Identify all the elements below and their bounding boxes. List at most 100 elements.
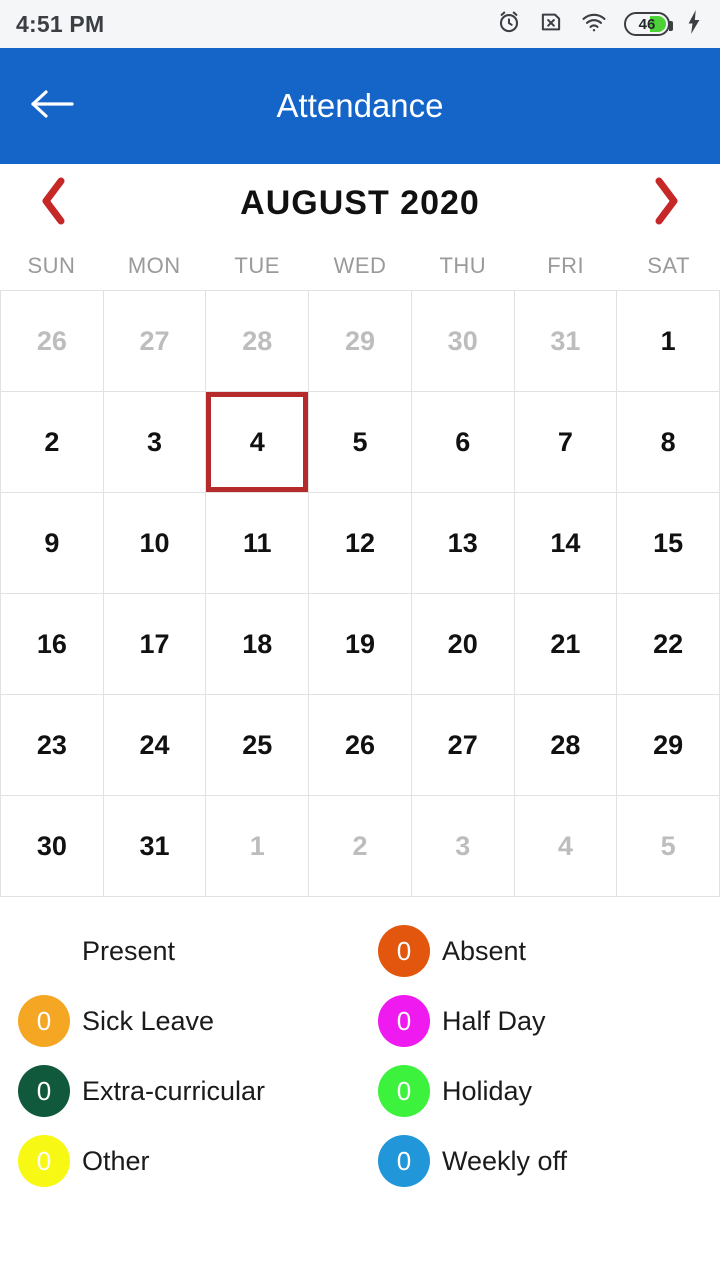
calendar-day-cell[interactable]: 2 [309,796,412,897]
calendar-day-cell[interactable]: 18 [206,594,310,695]
weekday-header-row: SUN MON TUE WED THU FRI SAT [0,242,720,290]
calendar-day-cell[interactable]: 22 [617,594,720,695]
calendar-day-cell[interactable]: 13 [411,493,515,594]
calendar-day-cell[interactable]: 30 [1,796,104,897]
legend-count-badge: 0 [18,995,70,1047]
calendar-day-number: 8 [660,426,676,457]
calendar-day-cell[interactable]: 5 [309,392,412,493]
calendar-day-cell[interactable]: 27 [411,695,515,796]
calendar-day-cell[interactable]: 25 [206,695,310,796]
calendar-day-cell[interactable]: 1 [206,796,310,897]
legend-item-half-day[interactable]: 0 Half Day [360,991,720,1051]
calendar-day-number: 21 [550,628,581,659]
calendar-day-number: 30 [36,830,67,861]
calendar-day-cell[interactable]: 9 [1,493,104,594]
legend-label: Other [82,1145,150,1176]
weekday-label-tue: TUE [234,253,280,278]
weekday-label-wed: WED [333,253,387,278]
calendar-day-number: 4 [249,426,265,457]
calendar-day-cell[interactable]: 27 [103,291,207,392]
charging-bolt-icon [686,9,702,40]
calendar-day-cell[interactable]: 21 [514,594,618,695]
weekday-label-sat: SAT [647,253,690,278]
calendar-day-cell[interactable]: 2 [1,392,104,493]
calendar-day-cell[interactable]: 29 [617,695,720,796]
calendar-day-cell[interactable]: 26 [1,291,104,392]
chevron-right-icon [650,175,684,232]
calendar-day-number: 22 [653,628,684,659]
calendar-day-cell[interactable]: 24 [103,695,207,796]
calendar-day-cell[interactable]: 17 [103,594,207,695]
attendance-legend: 0 Present 0 Absent 0 Sick Leave 0 Half Day 0 Extr… [0,897,720,1191]
app-bar: Attendance [0,48,720,164]
calendar-day-number: 28 [242,325,273,356]
calendar-day-cell[interactable]: 20 [411,594,515,695]
legend-label: Weekly off [442,1145,568,1176]
calendar-day-number: 2 [44,426,60,457]
chevron-left-icon [36,175,70,232]
calendar-day-number: 13 [447,527,478,558]
next-month-button[interactable] [644,175,690,231]
wifi-icon [580,9,608,40]
calendar-day-number: 1 [249,830,265,861]
calendar-day-cell[interactable]: 1 [617,291,720,392]
battery-icon: 46 [624,12,673,36]
legend-label: Half Day [442,1005,546,1036]
calendar-day-number: 20 [447,628,478,659]
legend-item-extra-curricular[interactable]: 0 Extra-curricular [0,1061,360,1121]
legend-item-present[interactable]: 0 Present [0,921,360,981]
calendar-day-cell[interactable]: 8 [617,392,720,493]
calendar-grid: 26 27 28 29 30 31 1 2 3 4 5 6 7 8 9 10 11 12 13 14 15 16 17 18 1… [0,290,720,897]
calendar-day-cell[interactable]: 10 [103,493,207,594]
month-navigation-bar: AUGUST 2020 [0,164,720,242]
legend-item-holiday[interactable]: 0 Holiday [360,1061,720,1121]
calendar-day-cell[interactable]: 14 [514,493,618,594]
calendar-day-cell[interactable]: 28 [514,695,618,796]
calendar-day-cell[interactable]: 31 [514,291,618,392]
back-arrow-icon [30,87,74,126]
calendar-day-number: 3 [455,830,471,861]
calendar-day-number: 28 [550,729,581,760]
calendar-day-cell[interactable]: 26 [309,695,412,796]
calendar-day-cell[interactable]: 30 [411,291,515,392]
calendar-day-cell[interactable]: 16 [1,594,104,695]
legend-item-other[interactable]: 0 Other [0,1131,360,1191]
calendar-day-cell[interactable]: 29 [309,291,412,392]
weekday-label-thu: THU [439,253,487,278]
calendar-day-cell[interactable]: 11 [206,493,310,594]
calendar-day-cell[interactable]: 28 [206,291,310,392]
legend-item-absent[interactable]: 0 Absent [360,921,720,981]
calendar-day-number: 27 [447,729,478,760]
calendar-day-cell[interactable]: 7 [514,392,618,493]
calendar-day-cell[interactable]: 4 [514,796,618,897]
calendar-day-number: 26 [36,325,67,356]
legend-count-badge: 0 [378,1135,430,1187]
calendar-day-number: 1 [660,325,676,356]
calendar-day-cell[interactable]: 3 [103,392,207,493]
calendar-day-cell[interactable]: 31 [103,796,207,897]
legend-count-badge: 0 [18,1135,70,1187]
prev-month-button[interactable] [30,175,76,231]
calendar-day-number: 5 [352,426,368,457]
calendar-day-cell[interactable]: 12 [309,493,412,594]
legend-count-badge: 0 [18,1065,70,1117]
calendar-day-number: 26 [344,729,376,760]
calendar-day-cell[interactable]: 23 [1,695,104,796]
legend-item-weekly-off[interactable]: 0 Weekly off [360,1131,720,1191]
legend-item-sick-leave[interactable]: 0 Sick Leave [0,991,360,1051]
legend-label: Extra-curricular [82,1075,266,1106]
calendar-day-cell[interactable]: 6 [411,392,515,493]
calendar-day-number: 31 [139,830,170,861]
back-button[interactable] [20,74,84,138]
legend-count-badge: 0 [18,925,70,977]
calendar-day-number: 7 [557,426,573,457]
page-title: Attendance [276,87,444,124]
calendar-day-cell[interactable]: 15 [617,493,720,594]
calendar-day-number: 3 [147,426,163,457]
calendar-day-cell[interactable]: 19 [309,594,412,695]
calendar-day-cell-selected[interactable]: 4 [206,392,310,493]
status-bar-icons: 46 [496,9,702,40]
legend-label: Present [82,935,176,966]
calendar-day-cell[interactable]: 3 [411,796,515,897]
calendar-day-cell[interactable]: 5 [617,796,720,897]
